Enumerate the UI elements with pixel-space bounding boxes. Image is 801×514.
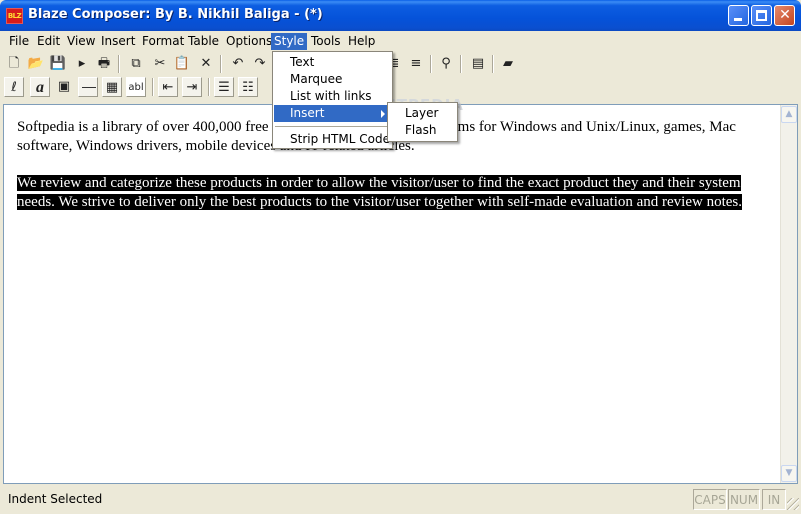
style-menu-insert[interactable]: Insert [274, 105, 391, 122]
toolbar-separator [208, 78, 210, 96]
font-italic-icon[interactable]: a [30, 77, 50, 97]
resize-grip-icon[interactable] [787, 498, 799, 510]
save-icon[interactable]: 💾 [48, 54, 68, 74]
num-indicator: NUM [728, 489, 760, 510]
new-document-icon[interactable]: 🗋 [4, 54, 24, 74]
app-window: BLZ Blaze Composer: By B. Nikhil Baliga … [0, 0, 801, 514]
undo-icon[interactable]: ↶ [228, 54, 248, 74]
bullet-list-icon[interactable]: ☷ [238, 77, 258, 97]
open-folder-icon[interactable]: 📂 [26, 54, 46, 74]
maximize-button[interactable] [751, 5, 772, 26]
menu-edit[interactable]: Edit [34, 33, 63, 50]
table-icon[interactable]: ▦ [102, 77, 122, 97]
close-icon: ✕ [779, 7, 791, 23]
menu-help[interactable]: Help [345, 33, 378, 50]
menu-bar: File Edit View Insert Format Table Optio… [0, 31, 801, 51]
vertical-scrollbar[interactable]: ▲ ▼ [780, 105, 797, 483]
paste-icon[interactable]: 📋 [172, 54, 192, 74]
minimize-button[interactable] [728, 5, 749, 26]
image-icon[interactable]: ▣ [54, 77, 74, 97]
style-menu-insert-label: Insert [290, 106, 325, 120]
properties-icon[interactable]: ▤ [468, 54, 488, 74]
toolbar-separator [152, 78, 154, 96]
maximize-icon [756, 10, 767, 21]
menu-style[interactable]: Style [271, 33, 308, 50]
app-icon[interactable]: BLZ [6, 8, 23, 24]
menu-table[interactable]: Table [185, 33, 222, 50]
toolbar-separator [430, 55, 432, 73]
status-bar: Indent Selected CAPS NUM IN [0, 488, 801, 512]
selected-paragraph[interactable]: We review and categorize these products … [17, 175, 742, 210]
style-menu-strip-html[interactable]: Strip HTML Code [274, 131, 391, 148]
numbered-list-icon[interactable]: ☰ [214, 77, 234, 97]
copy-icon[interactable]: ⧉ [126, 54, 146, 74]
minimize-icon [734, 18, 742, 21]
style-menu: Text Marquee List with links Insert Stri… [272, 51, 393, 149]
menu-tools[interactable]: Tools [308, 33, 344, 50]
menu-file[interactable]: File [6, 33, 32, 50]
redo-icon[interactable]: ↷ [250, 54, 270, 74]
submenu-arrow-icon [381, 110, 385, 118]
style-menu-marquee[interactable]: Marquee [274, 71, 391, 88]
cut-icon[interactable]: ✂ [150, 54, 170, 74]
window-title: Blaze Composer: By B. Nikhil Baliga - (*… [28, 7, 323, 22]
scroll-down-icon[interactable]: ▼ [781, 465, 797, 482]
toolbar-separator [220, 55, 222, 73]
menu-view[interactable]: View [64, 33, 98, 50]
submenu-layer[interactable]: Layer [389, 105, 456, 122]
insert-indicator: IN [762, 489, 786, 510]
horizontal-rule-icon[interactable] [78, 77, 98, 97]
indent-icon[interactable]: ⇥ [182, 77, 202, 97]
align-right-icon[interactable]: ≡ [406, 54, 426, 74]
find-binoculars-icon[interactable]: ⚲ [436, 54, 456, 74]
status-message: Indent Selected [8, 492, 103, 506]
close-button[interactable]: ✕ [774, 5, 795, 26]
style-menu-list-with-links[interactable]: List with links [274, 88, 391, 105]
insert-submenu: Layer Flash [387, 102, 458, 142]
toolbar-separator [118, 55, 120, 73]
menu-options[interactable]: Options [223, 33, 275, 50]
menu-separator [275, 126, 390, 127]
menu-format[interactable]: Format [139, 33, 187, 50]
editor-area[interactable]: Softpedia is a library of over 400,000 f… [3, 104, 798, 484]
submenu-flash[interactable]: Flash [389, 122, 456, 139]
style-menu-text[interactable]: Text [274, 54, 391, 71]
menu-insert[interactable]: Insert [98, 33, 138, 50]
toolbar-separator [492, 55, 494, 73]
script-style-icon[interactable]: ℓ [4, 77, 24, 97]
text-field-icon[interactable]: abl [126, 77, 146, 97]
title-bar[interactable]: BLZ Blaze Composer: By B. Nikhil Baliga … [0, 0, 801, 31]
scroll-up-icon[interactable]: ▲ [781, 106, 797, 123]
caps-indicator: CAPS [693, 489, 727, 510]
outdent-icon[interactable]: ⇤ [158, 77, 178, 97]
toolbar-separator [460, 55, 462, 73]
print-icon[interactable]: 🖶 [94, 54, 114, 74]
run-preview-icon[interactable]: ▸ [72, 54, 92, 74]
delete-icon[interactable]: ✕ [196, 54, 216, 74]
green-tool-icon[interactable]: ▰ [498, 54, 518, 74]
